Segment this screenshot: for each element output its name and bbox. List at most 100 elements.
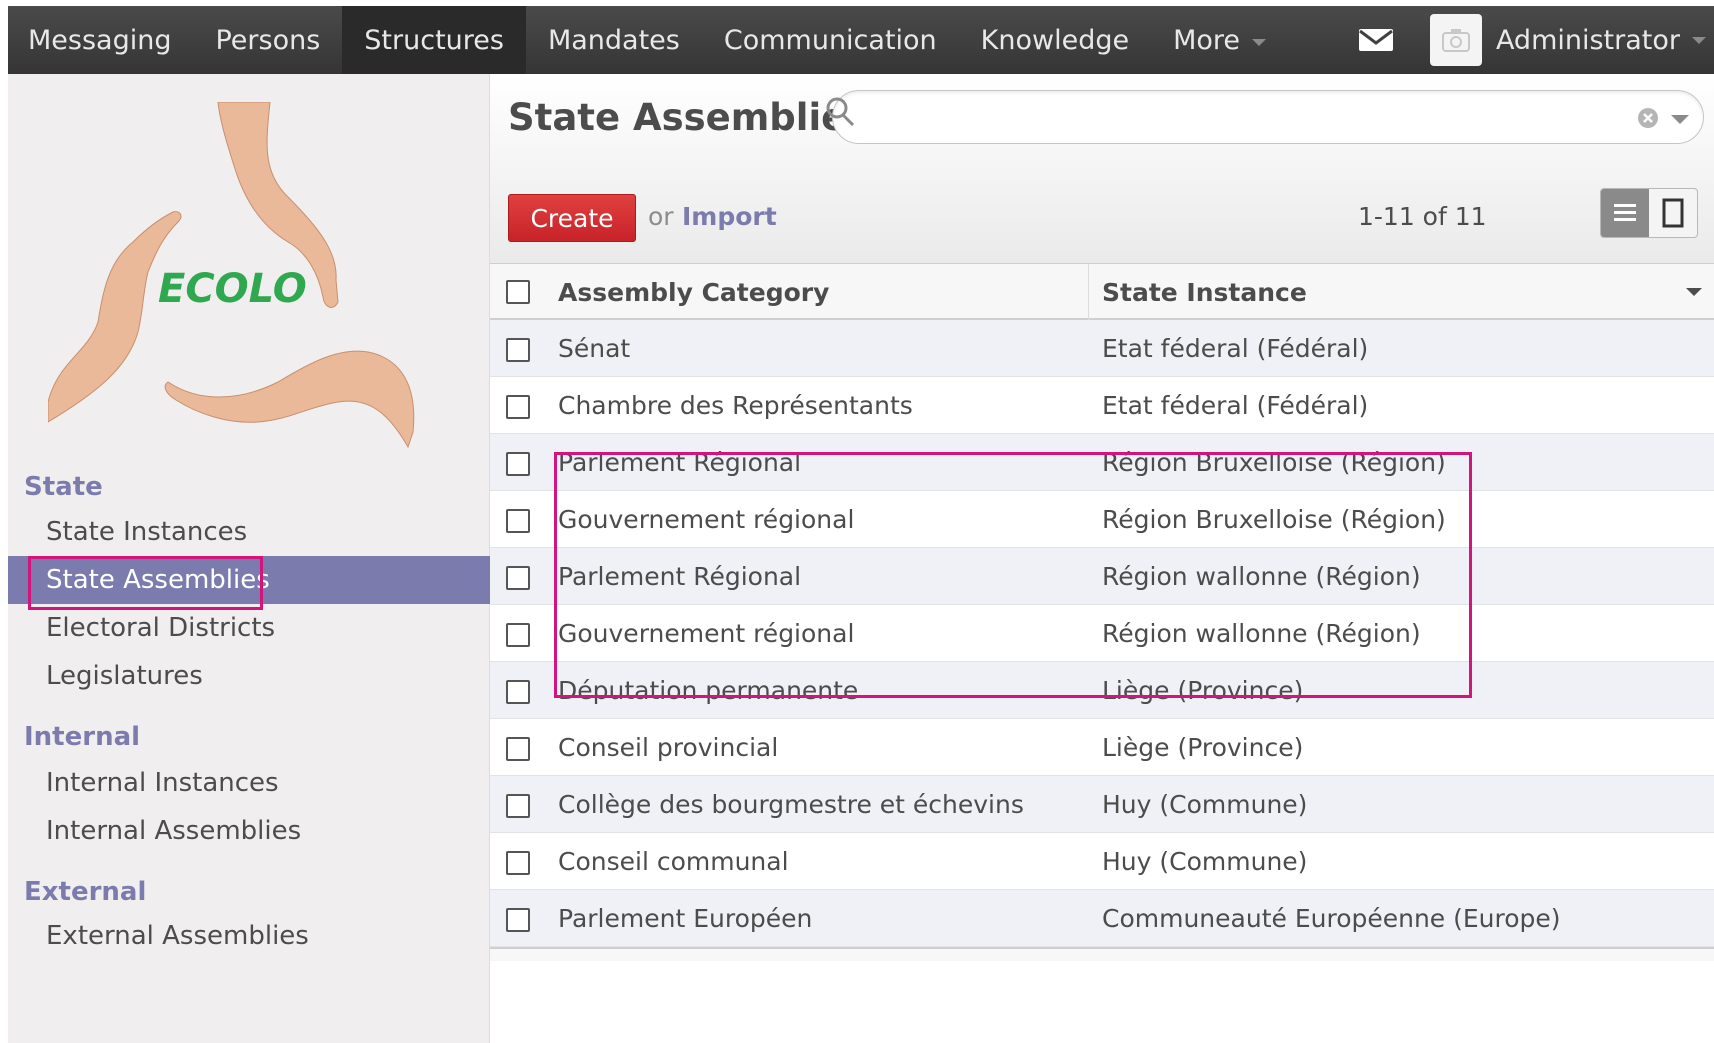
cell-state-instance: Liège (Province) [1102,675,1304,705]
clear-icon[interactable] [1637,107,1659,129]
nav-persons[interactable]: Persons [193,6,342,74]
chevron-down-icon [1252,38,1267,46]
search-options-chevron-icon[interactable] [1671,115,1689,124]
sidebar-item-state-instances[interactable]: State Instances [8,508,490,556]
table-row[interactable]: Conseil provincial Liège (Province) [490,719,1714,776]
column-assembly-category[interactable]: Assembly Category [558,264,829,320]
pager-value[interactable]: 1-11 of 11 [1358,202,1487,231]
row-checkbox[interactable] [506,680,530,704]
nav-structures[interactable]: Structures [342,6,526,74]
list-view-button[interactable] [1601,189,1649,237]
mail-icon[interactable] [1358,27,1394,53]
sidebar-item-label: State Assemblies [46,565,270,595]
table-row[interactable]: Conseil communal Huy (Commune) [490,833,1714,890]
row-checkbox[interactable] [506,338,530,362]
row-checkbox[interactable] [506,908,530,932]
sidebar-item-internal-instances[interactable]: Internal Instances [8,759,490,807]
cell-state-instance: Région wallonne (Région) [1102,561,1421,591]
nav-communication[interactable]: Communication [702,6,959,74]
cell-assembly-category: Conseil provincial [558,732,779,762]
nav-persons-label: Persons [215,24,321,56]
main-content: State Assemblies Create or Import 1-11 o… [490,74,1714,1043]
sidebar-item-label: Legislatures [46,661,203,691]
chevron-down-icon [1692,36,1706,44]
nav-messaging-label: Messaging [28,24,172,56]
view-switcher [1600,188,1698,238]
row-checkbox[interactable] [506,623,530,647]
create-button[interactable]: Create [508,194,636,242]
search-icon [826,97,855,127]
row-checkbox[interactable] [506,395,530,419]
sidebar-item-legislatures[interactable]: Legislatures [8,652,490,700]
user-menu[interactable]: Administrator [1496,25,1714,56]
form-view-button[interactable] [1649,189,1697,237]
sidebar-item-label: Internal Assemblies [46,816,302,846]
cell-state-instance: Région Bruxelloise (Région) [1102,447,1446,477]
row-checkbox[interactable] [506,737,530,761]
logo-text: ECOLO [158,266,307,312]
cell-state-instance: Région Bruxelloise (Région) [1102,504,1446,534]
select-all-checkbox[interactable] [506,280,530,304]
nav-messaging[interactable]: Messaging [8,6,193,74]
cell-assembly-category: Parlement Régional [558,447,802,477]
ecolo-logo: ECOLO [48,102,415,449]
sidebar-item-external-assemblies[interactable]: External Assemblies [8,912,490,960]
sidebar-item-state-assemblies[interactable]: State Assemblies [8,556,490,604]
cell-assembly-category: Sénat [558,333,631,363]
sidebar-item-internal-assemblies[interactable]: Internal Assemblies [8,807,490,855]
row-checkbox[interactable] [506,452,530,476]
form-icon [1662,198,1684,228]
records-table: Assembly Category State Instance Sénat Et… [490,264,1714,961]
sidebar-item-label: Internal Instances [46,768,279,798]
row-checkbox[interactable] [506,509,530,533]
sidebar-item-label: Electoral Districts [46,613,276,643]
nav-knowledge-label: Knowledge [980,24,1130,56]
cell-state-instance: Communeauté Européenne (Europe) [1102,903,1561,933]
table-footer [490,947,1714,961]
table-row[interactable]: Parlement Régional Région Bruxelloise (Ré… [490,434,1714,491]
row-checkbox[interactable] [506,566,530,590]
cell-state-instance: Liège (Province) [1102,732,1304,762]
cell-state-instance: Etat féderal (Fédéral) [1102,390,1369,420]
sort-chevron-down-icon[interactable] [1686,288,1702,296]
table-header: Assembly Category State Instance [490,264,1714,320]
table-row[interactable]: Gouvernement régional Région Bruxelloise … [490,491,1714,548]
cell-assembly-category: Gouvernement régional [558,618,855,648]
sidebar-item-label: State Instances [46,517,248,547]
table-row[interactable]: Gouvernement régional Région wallonne (Ré… [490,605,1714,662]
nav-mandates[interactable]: Mandates [526,6,702,74]
column-state-instance[interactable]: State Instance [1102,264,1307,320]
nav-communication-label: Communication [723,24,937,56]
cell-state-instance: Etat féderal (Fédéral) [1102,333,1369,363]
section-internal: Internal [24,722,141,752]
column-divider [1088,264,1089,320]
sidebar: ECOLO State State Instances State Assemb… [8,74,490,1043]
sidebar-item-electoral-districts[interactable]: Electoral Districts [8,604,490,652]
nav-knowledge[interactable]: Knowledge [959,6,1151,74]
sidebar-item-label: External Assemblies [46,921,309,951]
import-link[interactable]: Import [682,202,777,231]
table-row[interactable]: Parlement Européen Communeauté Européenne… [490,890,1714,947]
cell-assembly-category: Parlement Européen [558,903,813,933]
cell-state-instance: Huy (Commune) [1102,789,1308,819]
cell-assembly-category: Parlement Régional [558,561,802,591]
table-row[interactable]: Parlement Régional Région wallonne (Régio… [490,548,1714,605]
search-input[interactable] [826,90,1704,144]
table-row[interactable]: Députation permanente Liège (Province) [490,662,1714,719]
page-title: State Assemblies [508,96,869,139]
row-checkbox[interactable] [506,794,530,818]
section-external: External [24,877,147,907]
table-row[interactable]: Collège des bourgmestre et échevins Huy (… [490,776,1714,833]
table-row[interactable]: Sénat Etat féderal (Fédéral) [490,320,1714,377]
cell-assembly-category: Conseil communal [558,846,789,876]
user-name: Administrator [1495,24,1680,56]
control-panel: State Assemblies Create or Import 1-11 o… [490,74,1714,264]
camera-icon [1441,29,1470,52]
cell-state-instance: Région wallonne (Région) [1102,618,1421,648]
cell-assembly-category: Collège des bourgmestre et échevins [558,789,1024,819]
table-row[interactable]: Chambre des Représentants Etat féderal (F… [490,377,1714,434]
row-checkbox[interactable] [506,851,530,875]
nav-more[interactable]: More [1151,6,1288,74]
cell-assembly-category: Chambre des Représentants [558,390,913,420]
avatar[interactable] [1429,14,1482,66]
